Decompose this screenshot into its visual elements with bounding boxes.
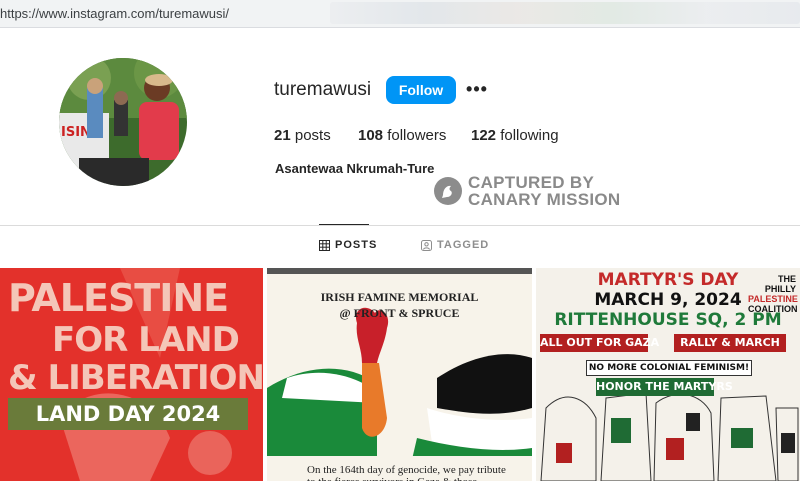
post3-box-colonial-feminism: NO MORE COLONIAL FEMINISM! xyxy=(586,360,752,376)
more-options-icon[interactable]: ••• xyxy=(466,78,488,100)
post3-org-line2: PALESTINE xyxy=(748,294,798,304)
profile-username: turemawusi xyxy=(274,79,372,100)
tab-posts-label: POSTS xyxy=(335,239,378,251)
posts-count-stat: 21 posts xyxy=(274,127,331,144)
browser-address-bar[interactable]: https://www.instagram.com/turemawusi/ xyxy=(0,0,800,28)
active-tab-indicator xyxy=(319,224,369,225)
post-thumbnail-irish-famine-memorial[interactable]: IRISH FAMINE MEMORIAL @ FRONT & SPRUCE O… xyxy=(267,268,532,481)
following-stat[interactable]: 122 following xyxy=(471,127,559,144)
watermark-line2: CANARY MISSION xyxy=(468,190,621,209)
following-count: 122 xyxy=(471,127,497,144)
following-label: following xyxy=(500,127,559,144)
tab-tagged-label: TAGGED xyxy=(437,239,490,251)
tab-tagged[interactable]: TAGGED xyxy=(421,239,489,251)
grid-icon xyxy=(319,239,330,251)
post3-org-line3: COALITION xyxy=(748,304,798,314)
canary-logo-icon xyxy=(434,177,462,205)
followers-count: 108 xyxy=(358,127,384,144)
follow-button[interactable]: Follow xyxy=(386,76,456,104)
post2-title-line2: @ FRONT & SPRUCE xyxy=(339,306,460,320)
tabs-divider xyxy=(0,225,800,226)
avatar-photo: ISING xyxy=(59,58,187,186)
post1-banner: LAND DAY 2024 xyxy=(8,398,248,430)
blurred-toolbar-region xyxy=(330,2,800,24)
tagged-icon xyxy=(421,239,432,251)
post3-org-tag: THE PHILLY PALESTINE COALITION xyxy=(748,274,798,314)
followers-label: followers xyxy=(387,127,447,144)
profile-full-name: Asantewaa Nkrumah-Ture xyxy=(275,161,435,176)
post-thumbnail-land-day[interactable]: PALESTINE FOR LAND & LIBERATION LAND DAY… xyxy=(0,268,263,481)
post2-caption: On the 164th day of genocide, we pay tri… xyxy=(307,464,506,481)
posts-label: posts xyxy=(294,127,331,144)
post3-box-honor: HONOR THE MARTYRS xyxy=(596,378,733,396)
post3-box-rally: RALLY & MARCH xyxy=(674,334,786,352)
canary-mission-watermark: CAPTURED BY CANARY MISSION xyxy=(434,174,634,212)
post1-line2: FOR LAND xyxy=(52,320,240,360)
post1-line3: & LIBERATION xyxy=(8,358,263,398)
watermark-line1: CAPTURED BY xyxy=(468,173,595,192)
post-thumbnail-martyrs-day[interactable]: MARTYR'S DAY MARCH 9, 2024 RITTENHOUSE S… xyxy=(536,268,800,481)
post3-org-line1: THE PHILLY xyxy=(764,274,796,294)
followers-stat[interactable]: 108 followers xyxy=(358,127,446,144)
post1-line1: PALESTINE xyxy=(8,276,229,320)
posts-count: 21 xyxy=(274,127,291,144)
url-text[interactable]: https://www.instagram.com/turemawusi/ xyxy=(0,5,324,22)
tab-posts[interactable]: POSTS xyxy=(319,239,377,251)
profile-avatar[interactable]: ISING xyxy=(59,58,187,186)
post2-title-line1: IRISH FAMINE MEMORIAL xyxy=(320,290,479,304)
post3-box-all-out: ALL OUT FOR GAZA xyxy=(540,334,659,352)
